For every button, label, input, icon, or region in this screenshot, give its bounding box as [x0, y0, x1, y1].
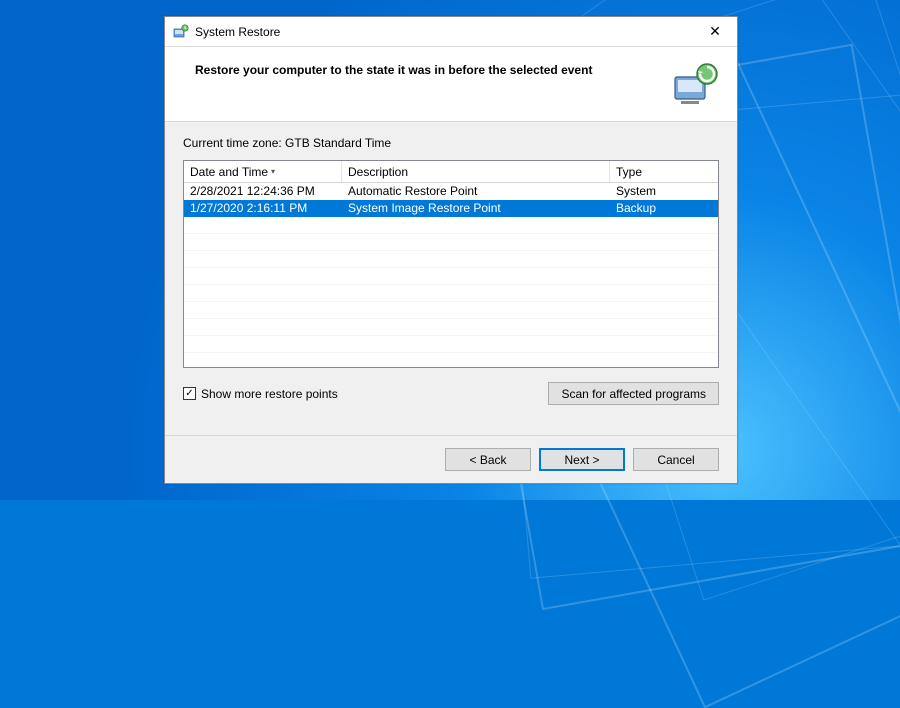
wizard-heading: Restore your computer to the state it wa… — [195, 61, 661, 77]
next-button[interactable]: Next > — [539, 448, 625, 471]
column-header-label: Description — [348, 165, 408, 179]
cell-date-time: 2/28/2021 12:24:36 PM — [184, 183, 342, 200]
show-more-restore-points-checkbox[interactable]: Show more restore points — [183, 387, 338, 401]
table-row[interactable]: 1/27/2020 2:16:11 PMSystem Image Restore… — [184, 200, 718, 217]
system-restore-dialog: System Restore ✕ Restore your computer t… — [164, 16, 738, 484]
below-grid-row: Show more restore points Scan for affect… — [183, 382, 719, 405]
cell-description: Automatic Restore Point — [342, 183, 610, 200]
system-restore-icon — [173, 24, 189, 40]
back-button[interactable]: < Back — [445, 448, 531, 471]
wizard-header: Restore your computer to the state it wa… — [165, 47, 737, 122]
column-header-label: Type — [616, 165, 642, 179]
checkbox-icon — [183, 387, 196, 400]
cell-date-time: 1/27/2020 2:16:11 PM — [184, 200, 342, 217]
restore-hero-icon — [671, 61, 719, 109]
window-title: System Restore — [195, 25, 695, 39]
close-button[interactable]: ✕ — [695, 18, 735, 46]
table-body: 2/28/2021 12:24:36 PMAutomatic Restore P… — [184, 183, 718, 367]
column-header-type[interactable]: Type — [610, 161, 718, 182]
column-header-date-time[interactable]: Date and Time ▾ — [184, 161, 342, 182]
sort-descending-icon: ▾ — [271, 167, 275, 176]
table-row[interactable]: 2/28/2021 12:24:36 PMAutomatic Restore P… — [184, 183, 718, 200]
cell-type: System — [610, 183, 718, 200]
wizard-body: Current time zone: GTB Standard Time Dat… — [165, 122, 737, 435]
wizard-footer: < Back Next > Cancel — [165, 435, 737, 483]
restore-points-table[interactable]: Date and Time ▾ Description Type 2/28/20… — [183, 160, 719, 368]
column-header-label: Date and Time — [190, 165, 268, 179]
column-header-description[interactable]: Description — [342, 161, 610, 182]
table-header: Date and Time ▾ Description Type — [184, 161, 718, 183]
cancel-button[interactable]: Cancel — [633, 448, 719, 471]
cell-description: System Image Restore Point — [342, 200, 610, 217]
checkbox-label: Show more restore points — [201, 387, 338, 401]
scan-affected-programs-button[interactable]: Scan for affected programs — [548, 382, 719, 405]
close-icon: ✕ — [709, 23, 721, 40]
timezone-label: Current time zone: GTB Standard Time — [183, 136, 719, 150]
titlebar: System Restore ✕ — [165, 17, 737, 47]
cell-type: Backup — [610, 200, 718, 217]
